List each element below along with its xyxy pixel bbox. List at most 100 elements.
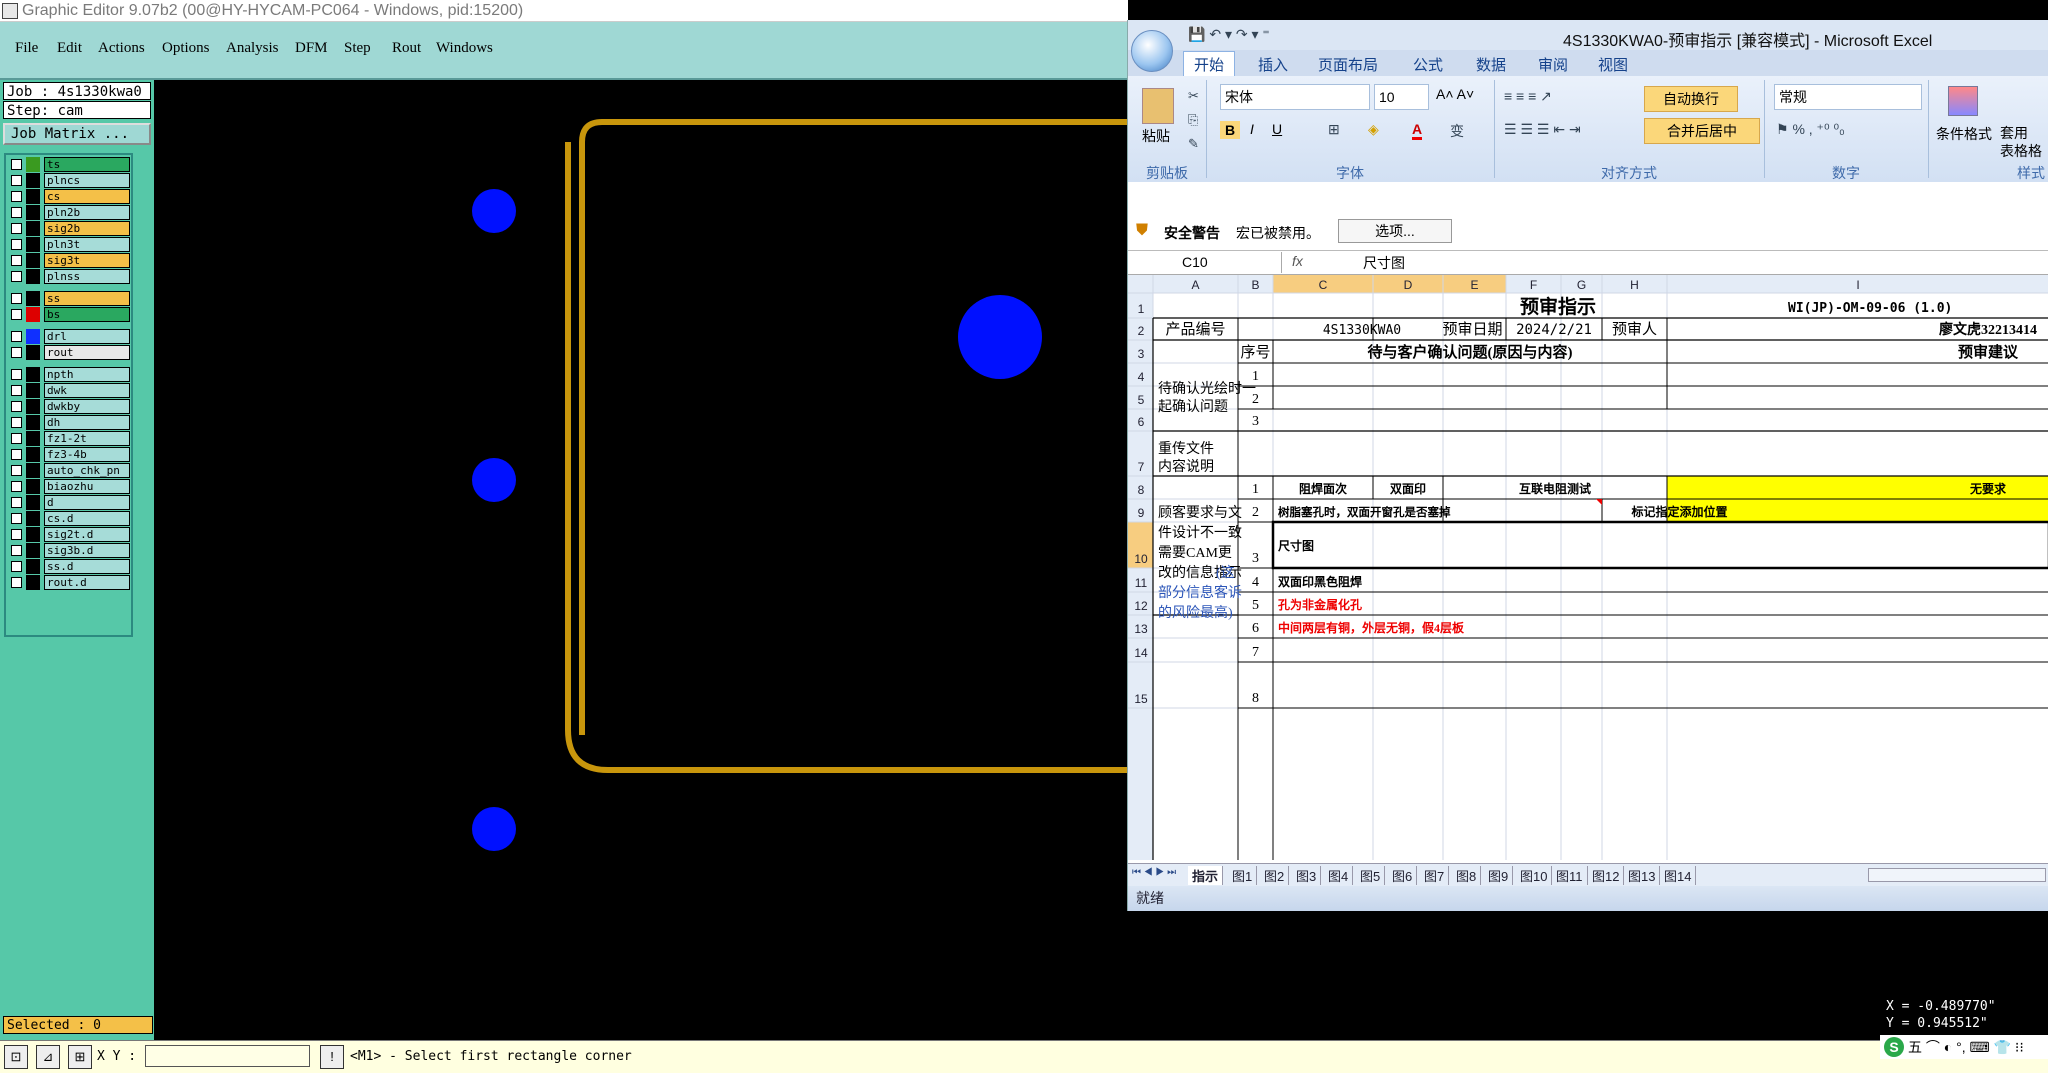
menu-step[interactable]: Step xyxy=(344,40,371,57)
layer-checkbox[interactable] xyxy=(11,207,22,218)
layer-checkbox[interactable] xyxy=(11,385,22,396)
drill-pad[interactable] xyxy=(472,458,516,502)
layer-name[interactable]: ss xyxy=(44,291,130,306)
row-header-7[interactable]: 7 xyxy=(1138,460,1145,474)
grow-font-icon[interactable]: A˄ A˅ xyxy=(1436,86,1474,102)
layer-color-swatch[interactable] xyxy=(26,399,40,414)
layer-checkbox[interactable] xyxy=(11,191,22,202)
layer-name[interactable]: fz1-2t xyxy=(44,431,130,446)
sheet-tab-14[interactable]: 图14 xyxy=(1660,866,1697,885)
layer-checkbox[interactable] xyxy=(11,561,22,572)
menu-windows[interactable]: Windows xyxy=(436,40,493,57)
table-format-label[interactable]: 套用 表格格 xyxy=(2000,124,2042,160)
layer-color-swatch[interactable] xyxy=(26,205,40,220)
layer-color-swatch[interactable] xyxy=(26,329,40,344)
layer-checkbox[interactable] xyxy=(11,545,22,556)
layer-color-swatch[interactable] xyxy=(26,527,40,542)
sheet-tab-11[interactable]: 图11 xyxy=(1552,866,1588,885)
layer-row-sig3b-d[interactable]: sig3b.d xyxy=(8,543,130,558)
layer-name[interactable]: fz3-4b xyxy=(44,447,130,462)
layer-name[interactable]: biaozhu xyxy=(44,479,130,494)
layer-name[interactable]: pln3t xyxy=(44,237,130,252)
layer-checkbox[interactable] xyxy=(11,159,22,170)
sheet-tab-3[interactable]: 图3 xyxy=(1292,866,1322,885)
layer-row-rout-d[interactable]: rout.d xyxy=(8,575,130,590)
layer-name[interactable]: rout xyxy=(44,345,130,360)
layer-color-swatch[interactable] xyxy=(26,495,40,510)
layer-color-swatch[interactable] xyxy=(26,415,40,430)
menu-dfm[interactable]: DFM xyxy=(295,40,328,57)
layer-row-ss[interactable]: ss xyxy=(8,291,130,306)
layer-row-ts[interactable]: ts xyxy=(8,157,130,172)
layer-checkbox[interactable] xyxy=(11,465,22,476)
info-icon[interactable]: ! xyxy=(320,1045,344,1069)
menu-edit[interactable]: Edit xyxy=(57,40,82,57)
quick-access-toolbar[interactable]: 💾 ↶ ▾ ↷ ▾ ⁼ xyxy=(1188,26,1270,43)
sheet-tab-9[interactable]: 图9 xyxy=(1484,866,1514,885)
row-header-8[interactable]: 8 xyxy=(1138,483,1145,497)
conditional-format-icon[interactable] xyxy=(1948,86,1978,116)
job-matrix-button[interactable]: Job Matrix ... xyxy=(3,123,151,145)
layer-row-sig2t-d[interactable]: sig2t.d xyxy=(8,527,130,542)
menu-analysis[interactable]: Analysis xyxy=(226,40,279,57)
border-icon[interactable]: ⊞ xyxy=(1328,121,1340,138)
layer-checkbox[interactable] xyxy=(11,497,22,508)
layer-checkbox[interactable] xyxy=(11,529,22,540)
merge-center-button[interactable]: 合并后居中 xyxy=(1644,118,1760,144)
layer-color-swatch[interactable] xyxy=(26,463,40,478)
sheet-tab-1[interactable]: 图1 xyxy=(1228,866,1258,885)
layer-row-drl[interactable]: drl xyxy=(8,329,130,344)
layer-row-cs-d[interactable]: cs.d xyxy=(8,511,130,526)
layer-row-bs[interactable]: bs xyxy=(8,307,130,322)
row-header-10[interactable]: 10 xyxy=(1134,552,1148,566)
font-size-box[interactable]: 10 xyxy=(1374,84,1429,110)
menu-options[interactable]: Options xyxy=(162,40,210,57)
percent-icon[interactable]: ⚑ % , ⁺⁰ ⁰₀ xyxy=(1776,121,1845,138)
tab-insert[interactable]: 插入 xyxy=(1258,54,1288,75)
layer-name[interactable]: npth xyxy=(44,367,130,382)
horizontal-scrollbar[interactable] xyxy=(1868,868,2046,882)
layer-checkbox[interactable] xyxy=(11,369,22,380)
layer-color-swatch[interactable] xyxy=(26,307,40,322)
row-header-14[interactable]: 14 xyxy=(1134,646,1148,660)
layer-checkbox[interactable] xyxy=(11,293,22,304)
menu-file[interactable]: File xyxy=(15,40,38,57)
layer-color-swatch[interactable] xyxy=(26,367,40,382)
layer-row-pln3t[interactable]: pln3t xyxy=(8,237,130,252)
layer-name[interactable]: dh xyxy=(44,415,130,430)
underline-button[interactable]: U xyxy=(1272,121,1282,137)
layer-color-swatch[interactable] xyxy=(26,269,40,284)
column-header-D[interactable]: D xyxy=(1404,278,1413,292)
row-header-11[interactable]: 11 xyxy=(1135,576,1148,590)
layer-row-sig2b[interactable]: sig2b xyxy=(8,221,130,236)
sheet-tab-8[interactable]: 图8 xyxy=(1452,866,1482,885)
sheet-tab-13[interactable]: 图13 xyxy=(1624,866,1661,885)
menu-actions[interactable]: Actions xyxy=(98,40,145,57)
number-format-box[interactable]: 常规 xyxy=(1774,84,1922,110)
layer-row-dh[interactable]: dh xyxy=(8,415,130,430)
italic-button[interactable]: I xyxy=(1250,121,1254,137)
fill-color-icon[interactable]: ◈ xyxy=(1368,121,1379,138)
sheet-tab-7[interactable]: 图7 xyxy=(1420,866,1450,885)
layer-name[interactable]: sig2b xyxy=(44,221,130,236)
align-top-icon[interactable]: ≡ ≡ ≡ ↗ xyxy=(1504,88,1552,105)
layer-checkbox[interactable] xyxy=(11,347,22,358)
layer-name[interactable]: bs xyxy=(44,307,130,322)
formula-input[interactable]: 尺寸图 xyxy=(1363,253,1405,273)
xy-input[interactable] xyxy=(145,1045,310,1067)
layer-name[interactable]: plncs xyxy=(44,173,130,188)
row-header-12[interactable]: 12 xyxy=(1134,599,1148,613)
layer-color-swatch[interactable] xyxy=(26,173,40,188)
column-header-F[interactable]: F xyxy=(1530,278,1537,292)
layer-color-swatch[interactable] xyxy=(26,345,40,360)
tab-view[interactable]: 视图 xyxy=(1598,54,1628,75)
sheet-tab-2[interactable]: 图2 xyxy=(1260,866,1290,885)
layer-checkbox[interactable] xyxy=(11,175,22,186)
menu-rout[interactable]: Rout xyxy=(392,40,421,57)
layer-color-swatch[interactable] xyxy=(26,237,40,252)
layer-color-swatch[interactable] xyxy=(26,157,40,172)
layer-checkbox[interactable] xyxy=(11,449,22,460)
tool-icon-b[interactable]: ⊿ xyxy=(36,1045,60,1069)
paste-label[interactable]: 粘贴 xyxy=(1142,126,1170,146)
layer-row-npth[interactable]: npth xyxy=(8,367,130,382)
